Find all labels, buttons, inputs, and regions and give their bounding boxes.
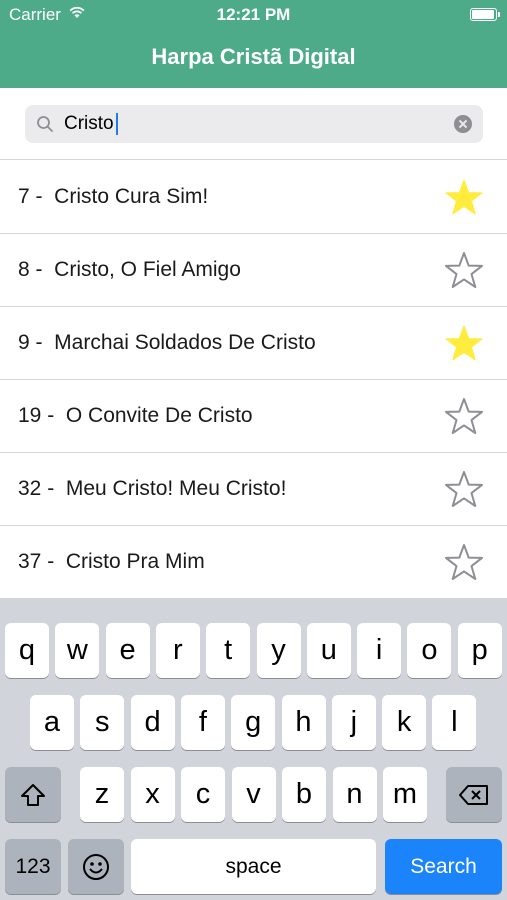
star-outline-icon[interactable] bbox=[444, 470, 484, 510]
search-icon bbox=[37, 116, 53, 132]
status-bar: Carrier 12:21 PM bbox=[0, 0, 507, 30]
key-v[interactable]: v bbox=[231, 767, 276, 822]
hymn-row[interactable]: 19 - O Convite De Cristo bbox=[0, 380, 507, 453]
hymn-title: 8 - Cristo, O Fiel Amigo bbox=[18, 258, 241, 281]
battery-icon bbox=[470, 8, 500, 21]
star-outline-icon[interactable] bbox=[444, 251, 484, 291]
star-filled-icon[interactable] bbox=[444, 324, 484, 364]
search-field[interactable] bbox=[25, 105, 483, 143]
battery-level bbox=[472, 10, 494, 19]
hymn-row[interactable]: 9 - Marchai Soldados De Cristo bbox=[0, 307, 507, 380]
key-m[interactable]: m bbox=[383, 767, 427, 822]
hymn-title: 19 - O Convite De Cristo bbox=[18, 404, 253, 427]
key-z[interactable]: z bbox=[80, 767, 124, 822]
key-b[interactable]: b bbox=[282, 767, 326, 822]
key-s[interactable]: s bbox=[80, 695, 125, 750]
hymn-row[interactable]: 7 - Cristo Cura Sim! bbox=[0, 161, 507, 234]
clock: 12:21 PM bbox=[216, 5, 291, 24]
key-p[interactable]: p bbox=[457, 623, 502, 678]
hymn-title: 37 - Cristo Pra Mim bbox=[18, 550, 205, 573]
hymn-row[interactable]: 32 - Meu Cristo! Meu Cristo! bbox=[0, 453, 507, 526]
key-e[interactable]: e bbox=[105, 623, 150, 678]
key-a[interactable]: a bbox=[30, 695, 74, 750]
key-c[interactable]: c bbox=[181, 767, 225, 822]
hymn-title: 32 - Meu Cristo! Meu Cristo! bbox=[18, 477, 287, 500]
key-d[interactable]: d bbox=[130, 695, 175, 750]
key-k[interactable]: k bbox=[382, 695, 427, 750]
hymn-title: 7 - Cristo Cura Sim! bbox=[18, 185, 209, 208]
hymn-title: 9 - Marchai Soldados De Cristo bbox=[18, 331, 316, 354]
key-y[interactable]: y bbox=[256, 623, 301, 678]
search-input[interactable] bbox=[64, 111, 444, 137]
key-f[interactable]: f bbox=[180, 695, 225, 750]
navigation-header: Carrier 12:21 PM Harpa Cristã Digital bbox=[0, 0, 507, 88]
key-j[interactable]: j bbox=[331, 695, 376, 750]
star-filled-icon[interactable] bbox=[444, 178, 484, 218]
key-x[interactable]: x bbox=[130, 767, 175, 822]
key-g[interactable]: g bbox=[231, 695, 276, 750]
key-t[interactable]: t bbox=[206, 623, 251, 678]
hymn-row[interactable]: 37 - Cristo Pra Mim bbox=[0, 526, 507, 599]
page-title: Harpa Cristã Digital bbox=[151, 44, 356, 69]
hymn-row[interactable]: 8 - Cristo, O Fiel Amigo bbox=[0, 234, 507, 307]
key-u[interactable]: u bbox=[306, 623, 351, 678]
key-h[interactable]: h bbox=[281, 695, 326, 750]
keyboard: qwertyuiop asdfghjkl zxcvbnm 123 space Sea… bbox=[0, 599, 507, 900]
key-r[interactable]: r bbox=[155, 623, 200, 678]
key-q[interactable]: q bbox=[5, 623, 49, 678]
numbers-key[interactable]: 123 bbox=[5, 839, 61, 894]
key-i[interactable]: i bbox=[357, 623, 402, 678]
key-l[interactable]: l bbox=[432, 695, 477, 750]
space-key[interactable]: space bbox=[131, 839, 376, 894]
emoji-icon bbox=[83, 853, 109, 880]
clear-icon[interactable] bbox=[454, 115, 472, 133]
star-outline-icon[interactable] bbox=[444, 543, 484, 583]
emoji-key[interactable] bbox=[68, 839, 124, 894]
key-n[interactable]: n bbox=[332, 767, 377, 822]
shift-icon bbox=[21, 783, 45, 806]
text-cursor bbox=[116, 113, 118, 135]
key-o[interactable]: o bbox=[407, 623, 452, 678]
hymn-list: 7 - Cristo Cura Sim! 8 - Cristo, O Fiel A… bbox=[0, 161, 507, 599]
key-w[interactable]: w bbox=[55, 623, 100, 678]
delete-key[interactable] bbox=[446, 767, 502, 822]
shift-key[interactable] bbox=[5, 767, 61, 822]
star-outline-icon[interactable] bbox=[444, 397, 484, 437]
backspace-icon bbox=[459, 784, 488, 805]
search-key[interactable]: Search bbox=[385, 839, 502, 894]
search-bar bbox=[0, 88, 507, 160]
